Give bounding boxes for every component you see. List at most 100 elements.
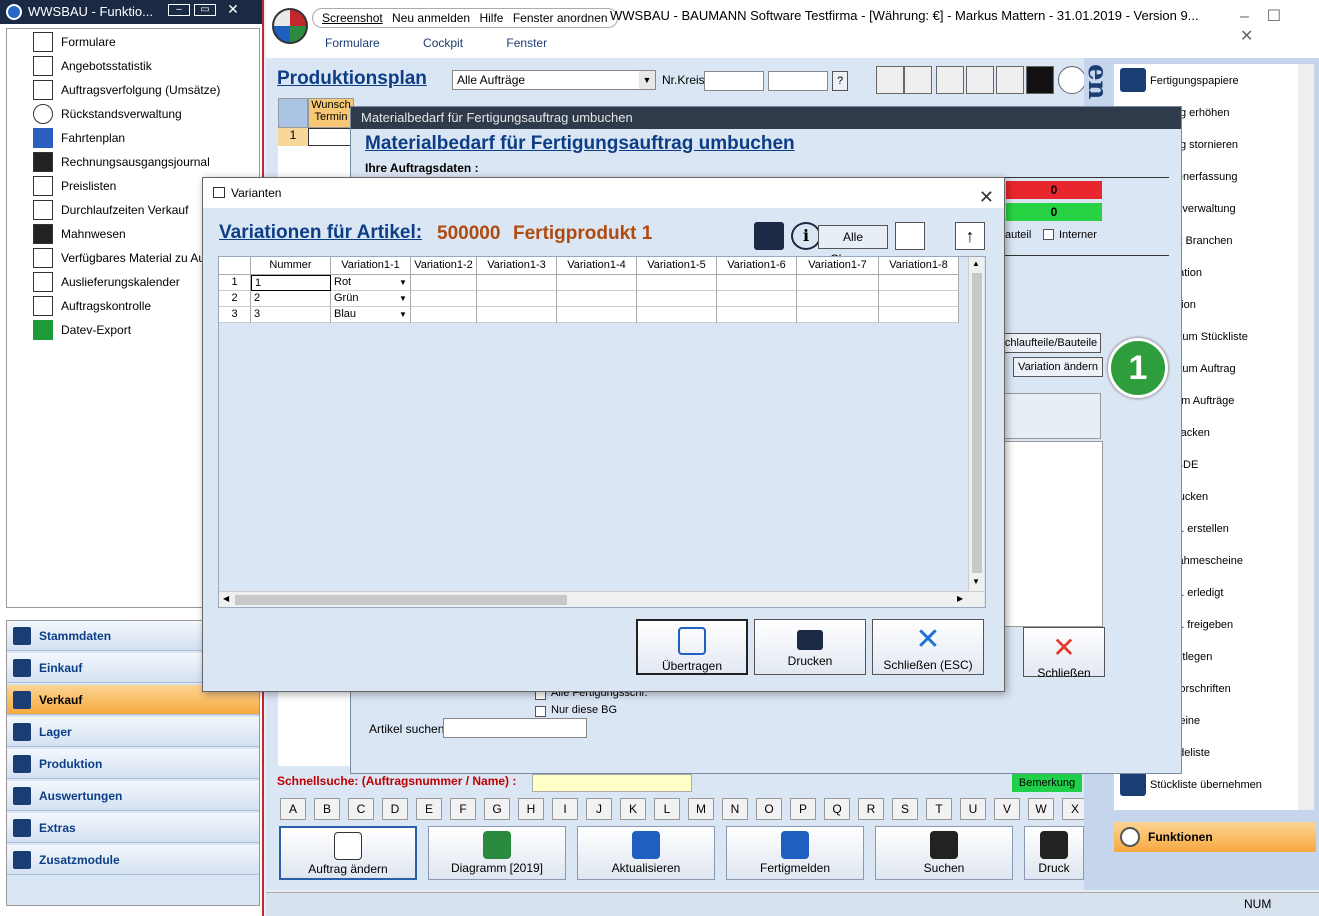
artikel-suchen-input[interactable] (443, 718, 587, 738)
order-filter-select[interactable]: Alle Aufträge ▼ (452, 70, 656, 90)
grid-cell[interactable] (717, 307, 797, 323)
grid-cell[interactable] (717, 275, 797, 291)
alle-chargen-button[interactable]: Alle Chargen (818, 225, 888, 266)
interner-checkbox[interactable] (1043, 229, 1054, 240)
alpha-filter-g[interactable]: G (484, 798, 510, 820)
pallet-icon[interactable] (1001, 393, 1101, 439)
column-header[interactable]: Variation1-4 (557, 257, 637, 275)
nummer-cell[interactable]: 1 (251, 275, 331, 291)
alpha-filter-w[interactable]: W (1028, 798, 1054, 820)
uebertragen-button[interactable]: Übertragen (636, 619, 748, 675)
function-item[interactable]: Fertigungspapiere (1150, 75, 1239, 87)
grid-cell[interactable] (879, 291, 959, 307)
grid-cell[interactable] (797, 291, 879, 307)
alpha-filter-u[interactable]: U (960, 798, 986, 820)
schliessen-esc-button[interactable]: ✕ Schließen (ESC) (872, 619, 984, 675)
grid-cell[interactable] (308, 128, 354, 146)
alpha-filter-l[interactable]: L (654, 798, 680, 820)
nav-extras[interactable]: Extras (7, 813, 259, 843)
grid-cell[interactable] (557, 275, 637, 291)
column-header[interactable]: Variation1-3 (477, 257, 557, 275)
horizontal-scrollbar[interactable]: ◀ ▶ (219, 591, 984, 607)
alpha-filter-t[interactable]: T (926, 798, 952, 820)
column-header[interactable]: Variation1-1 (331, 257, 411, 275)
suchen-button[interactable]: Suchen (875, 826, 1013, 880)
function-list-scrollbar[interactable] (1298, 64, 1314, 810)
scroll-down-icon[interactable]: ▼ (972, 577, 980, 586)
column-header[interactable]: Variation1-7 (797, 257, 879, 275)
auftrag-aendern-button[interactable]: Auftrag ändern (279, 826, 417, 880)
fertigmelden-button[interactable]: Fertigmelden (726, 826, 864, 880)
grid-cell[interactable] (411, 307, 477, 323)
grid-cell[interactable] (411, 291, 477, 307)
alpha-filter-i[interactable]: I (552, 798, 578, 820)
alpha-filter-e[interactable]: E (416, 798, 442, 820)
screen-icon[interactable] (904, 66, 932, 94)
grid-cell[interactable] (637, 307, 717, 323)
close-button[interactable]: ✕ (1240, 28, 1253, 45)
alpha-filter-a[interactable]: A (280, 798, 306, 820)
column-wunsch-termin[interactable]: Wunsch Termin (308, 98, 354, 128)
alpha-filter-c[interactable]: C (348, 798, 374, 820)
nrkreis-to-input[interactable] (768, 71, 828, 91)
expand-collapse-icon[interactable] (1026, 66, 1054, 94)
column-header[interactable]: Variation1-2 (411, 257, 477, 275)
variation-select-cell[interactable]: Grün ▼ (331, 291, 411, 307)
menu-cockpit[interactable]: Cockpit (423, 36, 463, 50)
alpha-filter-m[interactable]: M (688, 798, 714, 820)
menu-fenster-anordnen[interactable]: Fenster anordnen (513, 11, 608, 25)
alpha-filter-q[interactable]: Q (824, 798, 850, 820)
nummer-cell[interactable]: 2 (251, 291, 331, 307)
druck-button[interactable]: Druck (1024, 826, 1084, 880)
scroll-up-icon[interactable]: ▲ (972, 259, 980, 268)
column-header[interactable]: Variation1-6 (717, 257, 797, 275)
chevron-down-icon[interactable]: ▼ (397, 309, 409, 320)
nav-auswertungen[interactable]: Auswertungen (7, 781, 259, 811)
grid-cell[interactable] (879, 307, 959, 323)
info-icon[interactable]: i (791, 222, 821, 250)
column-header[interactable]: Nummer (251, 257, 331, 275)
alpha-filter-b[interactable]: B (314, 798, 340, 820)
minimize-button[interactable]: – (168, 4, 190, 16)
grid-cell[interactable] (477, 291, 557, 307)
grid-cell[interactable] (637, 291, 717, 307)
grid-cell[interactable] (477, 307, 557, 323)
chevron-down-icon[interactable]: ▼ (397, 293, 409, 304)
sort-alpha-icon[interactable] (966, 66, 994, 94)
function-item[interactable]: Stückliste übernehmen (1150, 779, 1262, 791)
variation-select-cell[interactable]: Blau ▼ (331, 307, 411, 323)
variation-aendern-button[interactable]: Variation ändern (1013, 357, 1103, 377)
grid-cell[interactable] (557, 307, 637, 323)
chevron-down-icon[interactable]: ▼ (639, 71, 655, 89)
scroll-left-icon[interactable]: ◀ (223, 594, 229, 603)
nav-produktion[interactable]: Produktion (7, 749, 259, 779)
grid-cell[interactable] (879, 275, 959, 291)
help-button[interactable]: ? (832, 71, 848, 91)
alpha-filter-f[interactable]: F (450, 798, 476, 820)
nrkreis-from-input[interactable] (704, 71, 764, 91)
alpha-filter-n[interactable]: N (722, 798, 748, 820)
grid-cell[interactable] (797, 275, 879, 291)
app-globe-icon[interactable] (272, 8, 308, 44)
nav-lager[interactable]: Lager (7, 717, 259, 747)
close-button[interactable]: ✕ (222, 2, 244, 16)
menu-neu-anmelden[interactable]: Neu anmelden (392, 11, 470, 25)
alpha-filter-v[interactable]: V (994, 798, 1020, 820)
nav-zusatzmodule[interactable]: Zusatzmodule (7, 845, 259, 875)
aktualisieren-button[interactable]: Aktualisieren (577, 826, 715, 880)
column-header[interactable]: Variation1-8 (879, 257, 959, 275)
funktionen-header[interactable]: Funktionen (1114, 822, 1316, 852)
chevron-down-icon[interactable]: ▼ (397, 277, 409, 288)
alpha-filter-o[interactable]: O (756, 798, 782, 820)
restore-button[interactable]: ▭ (194, 4, 216, 16)
menu-screenshot[interactable]: Screenshot (322, 11, 383, 25)
alpha-filter-s[interactable]: S (892, 798, 918, 820)
alpha-filter-r[interactable]: R (858, 798, 884, 820)
alpha-filter-d[interactable]: D (382, 798, 408, 820)
menu-hilfe[interactable]: Hilfe (479, 11, 503, 25)
alpha-filter-p[interactable]: P (790, 798, 816, 820)
alpha-filter-h[interactable]: H (518, 798, 544, 820)
document-info-icon[interactable] (936, 66, 964, 94)
grid-cell[interactable] (477, 275, 557, 291)
scrollbar-thumb[interactable] (972, 273, 982, 573)
